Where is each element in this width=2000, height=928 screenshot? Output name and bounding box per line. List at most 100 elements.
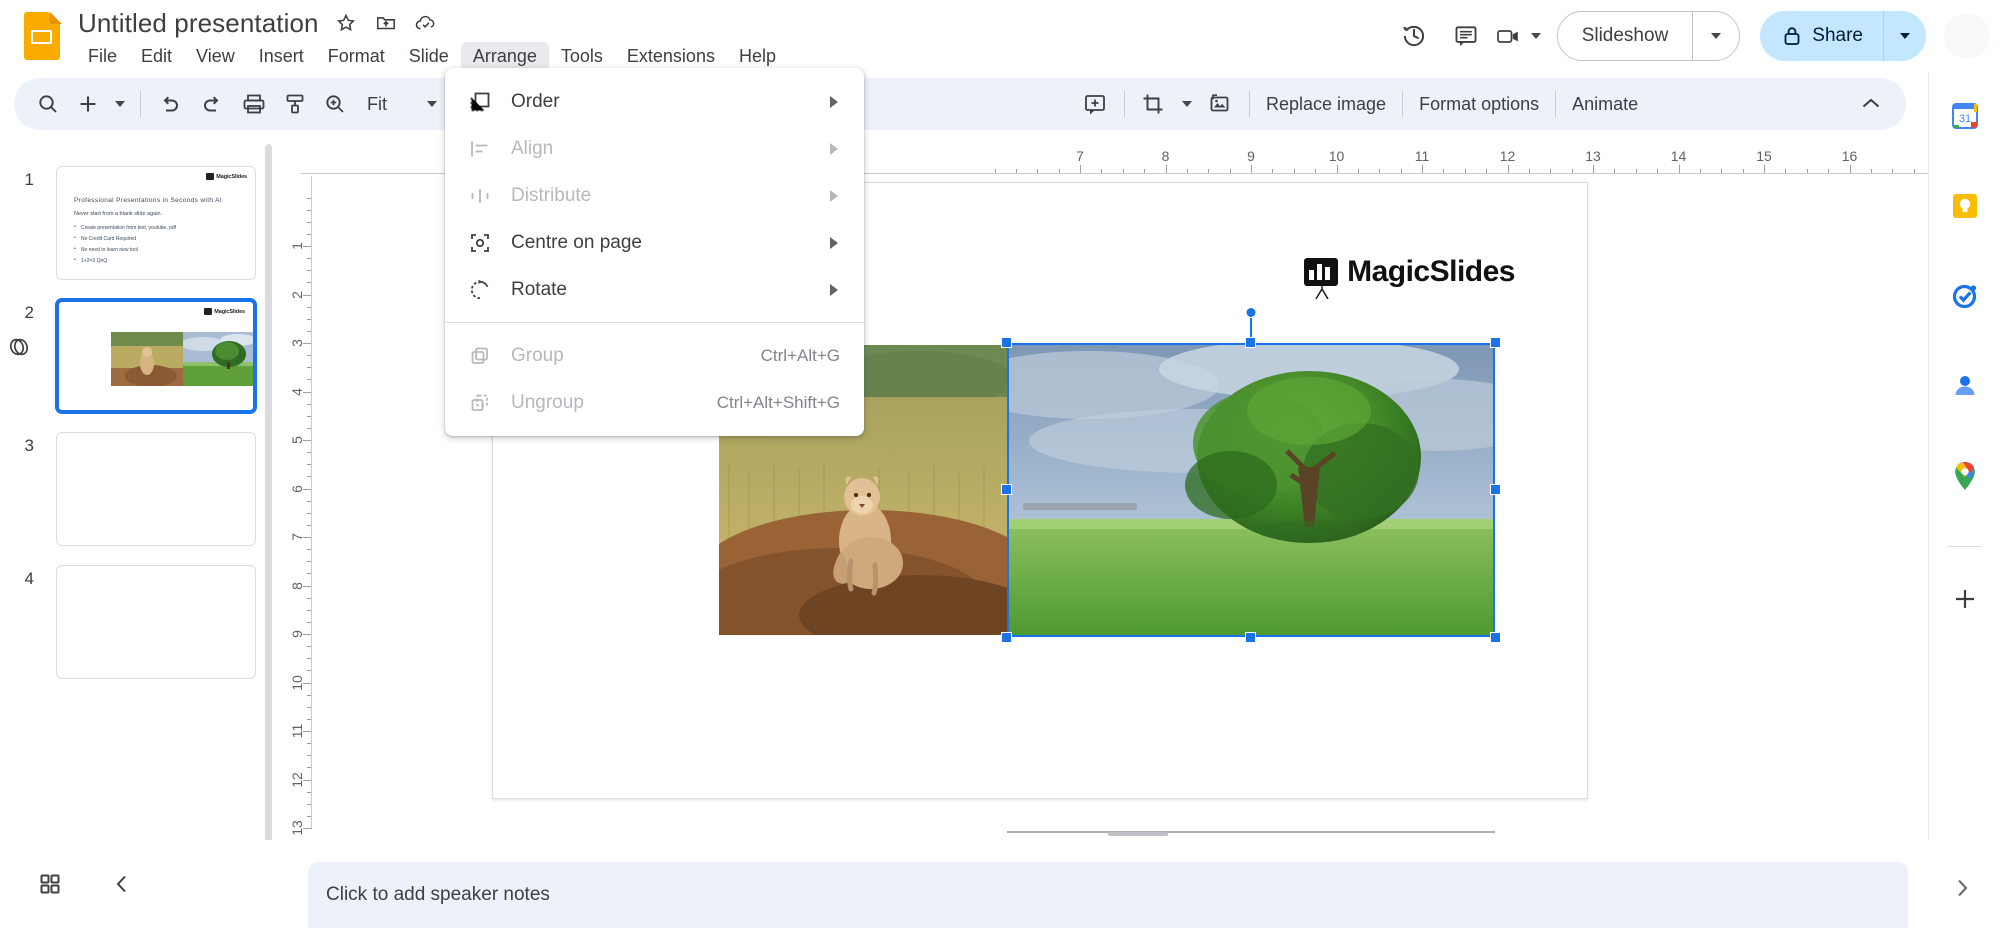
menu-tools[interactable]: Tools (549, 42, 615, 70)
menu-item-centre-on-page[interactable]: Centre on page (445, 219, 864, 266)
thumb-bullet: No Credit Card Required (74, 235, 136, 242)
filmstrip-slide-2[interactable]: 2 MagicSlides (0, 299, 256, 413)
print-icon[interactable] (233, 84, 275, 124)
add-comment-icon[interactable] (1074, 84, 1116, 124)
chevron-up-icon[interactable] (1850, 84, 1892, 124)
top-right-controls: Slideshow Share (1391, 8, 1990, 64)
menu-item-rotate[interactable]: Rotate (445, 266, 864, 313)
speaker-notes-panel[interactable]: Click to add speaker notes (308, 862, 1908, 928)
slide-thumbnail[interactable] (56, 432, 256, 546)
slideshow-button[interactable]: Slideshow (1556, 11, 1741, 61)
crop-icon[interactable] (1133, 84, 1175, 124)
star-icon[interactable] (333, 10, 359, 36)
centre-on-page-icon (469, 232, 503, 254)
notes-resize-handle[interactable] (1108, 832, 1168, 836)
slide-thumbnail[interactable] (56, 565, 256, 679)
menu-format[interactable]: Format (316, 42, 397, 70)
new-slide-button[interactable] (68, 84, 108, 124)
filmstrip-slide-4[interactable]: 4 (0, 565, 256, 679)
share-button[interactable]: Share (1760, 11, 1926, 61)
toolbar-divider (1124, 91, 1125, 117)
version-history-icon[interactable] (1391, 13, 1437, 59)
sidebar-divider (1947, 546, 1982, 547)
menu-item-label: Ungroup (511, 391, 584, 413)
crop-dropdown[interactable] (1175, 84, 1199, 124)
google-apps-sidebar: 31 (1928, 72, 2000, 928)
format-options-button[interactable]: Format options (1411, 84, 1547, 124)
submenu-arrow-icon (830, 189, 838, 202)
chevron-right-icon[interactable] (1940, 866, 1984, 910)
menu-item-shortcut: Ctrl+Alt+Shift+G (716, 392, 840, 412)
animate-label: Animate (1572, 93, 1639, 114)
distribute-icon (469, 185, 503, 207)
google-keep-icon[interactable] (1943, 184, 1987, 228)
svg-text:31: 31 (1958, 113, 1970, 125)
vertical-ruler: 1234567891011121314 (286, 176, 312, 914)
slide-logo-text: MagicSlides (1347, 255, 1515, 288)
menu-item-group: Group Ctrl+Alt+G (445, 332, 864, 379)
undo-icon[interactable] (149, 84, 191, 124)
slide-thumbnail[interactable]: MagicSlides Professional Presentations i… (56, 166, 256, 280)
menu-edit[interactable]: Edit (129, 42, 184, 70)
filmstrip-scrollbar[interactable] (265, 144, 272, 844)
replace-image-label: Replace image (1266, 93, 1387, 114)
add-apps-icon[interactable] (1943, 577, 1987, 621)
search-icon[interactable] (28, 84, 68, 124)
slide-number: 3 (24, 436, 34, 455)
ruler-tick-label: 12 (1499, 148, 1516, 164)
zoom-in-icon[interactable] (315, 84, 355, 124)
menu-view[interactable]: View (184, 42, 247, 70)
rotate-icon (469, 279, 503, 301)
avatar[interactable] (1944, 13, 1990, 59)
menu-help[interactable]: Help (727, 42, 788, 70)
filmstrip-slide-3[interactable]: 3 (0, 432, 256, 546)
google-contacts-icon[interactable] (1943, 364, 1987, 408)
menu-bar: File Edit View Insert Format Slide Arran… (76, 42, 788, 70)
menu-item-label: Distribute (511, 184, 592, 206)
slide-thumbnail-selected[interactable]: MagicSlides (56, 299, 256, 413)
present-to-meeting-button[interactable] (1495, 13, 1541, 59)
lock-icon (1784, 27, 1800, 45)
share-dropdown[interactable] (1884, 33, 1926, 39)
chevron-left-icon[interactable] (100, 862, 144, 906)
google-maps-icon[interactable] (1943, 454, 1987, 498)
google-tasks-icon[interactable] (1943, 274, 1987, 318)
drag-ghost-outline (1007, 831, 1495, 833)
paint-format-icon[interactable] (275, 84, 315, 124)
mask-image-icon[interactable] (1199, 84, 1241, 124)
lone-tree-in-field-photo[interactable] (1009, 345, 1493, 635)
menu-arrange[interactable]: Arrange (460, 42, 549, 70)
toolbar-divider (1249, 91, 1250, 117)
redo-icon[interactable] (191, 84, 233, 124)
rotation-handle[interactable] (1245, 307, 1257, 318)
menu-file[interactable]: File (76, 42, 129, 70)
menu-extensions[interactable]: Extensions (615, 42, 727, 70)
animate-button[interactable]: Animate (1564, 84, 1646, 124)
filmstrip-slide-1[interactable]: 1 MagicSlides Professional Presentations… (0, 166, 256, 280)
grid-view-icon[interactable] (28, 862, 72, 906)
ruler-tick-label: 13 (1585, 148, 1601, 164)
google-calendar-icon[interactable]: 31 (1943, 94, 1987, 138)
chevron-down-icon (1711, 33, 1722, 39)
slideshow-dropdown[interactable] (1693, 33, 1739, 39)
new-slide-dropdown[interactable] (108, 84, 132, 124)
move-to-folder-icon[interactable] (373, 10, 399, 36)
thumb-title: Professional Presentations in Seconds wi… (74, 197, 222, 204)
toolbar-divider (140, 91, 141, 117)
cloud-saved-icon[interactable] (413, 10, 439, 36)
slide-filmstrip: 1 MagicSlides Professional Presentations… (0, 136, 272, 848)
slideshow-label: Slideshow (1581, 25, 1669, 46)
menu-slide[interactable]: Slide (397, 42, 461, 70)
share-label: Share (1812, 25, 1863, 46)
zoom-level-select[interactable]: Fit (355, 84, 447, 124)
comment-icon[interactable] (1443, 13, 1489, 59)
menu-item-label: Align (511, 137, 554, 159)
thumb-bullet: No need to learn new tool (74, 246, 138, 253)
page-title[interactable]: Untitled presentation (78, 8, 319, 39)
speaker-notes-placeholder: Click to add speaker notes (326, 884, 550, 905)
scrollbar-thumb[interactable] (265, 144, 272, 844)
replace-image-button[interactable]: Replace image (1258, 84, 1394, 124)
menu-insert[interactable]: Insert (247, 42, 316, 70)
magicslides-logo: MagicSlides (206, 173, 247, 180)
menu-item-order[interactable]: Order (445, 78, 864, 125)
